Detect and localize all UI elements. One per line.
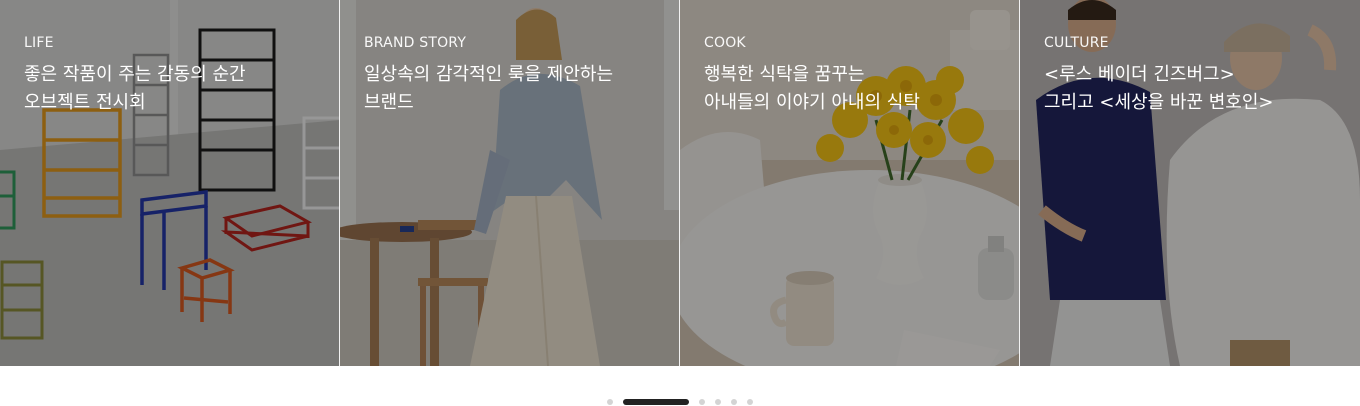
card-category: LIFE [24, 35, 54, 51]
carousel-track: LIFE 좋은 작품이 주는 감동의 순간 오브젝트 전시회 BRAND STO… [0, 0, 1360, 366]
card-cook[interactable]: COOK 행복한 식탁을 꿈꾸는 아내들의 이야기 아내의 식탁 [680, 0, 1020, 366]
card-title-line-1: <루스 베이더 긴즈버그> [1044, 64, 1235, 85]
pagination-dot[interactable] [607, 399, 613, 405]
card-text: CULTURE <루스 베이더 긴즈버그> 그리고 <세상을 바꾼 변호인> [1044, 34, 1344, 117]
pagination-dot-active[interactable] [623, 399, 689, 405]
card-title-line-2: 오브젝트 전시회 [24, 92, 146, 113]
card-category: COOK [704, 35, 746, 51]
card-brand-story[interactable]: BRAND STORY 일상속의 감각적인 룩을 제안하는 브랜드 [340, 0, 680, 366]
pagination-dot[interactable] [699, 399, 705, 405]
card-title-line-2: 브랜드 [364, 92, 414, 113]
card-life[interactable]: LIFE 좋은 작품이 주는 감동의 순간 오브젝트 전시회 [0, 0, 340, 366]
pagination-dot[interactable] [747, 399, 753, 405]
pagination-dot[interactable] [715, 399, 721, 405]
card-text: COOK 행복한 식탁을 꿈꾸는 아내들의 이야기 아내의 식탁 [704, 34, 1003, 117]
carousel-pagination [0, 398, 1360, 406]
magazine-carousel: LIFE 좋은 작품이 주는 감동의 순간 오브젝트 전시회 BRAND STO… [0, 0, 1360, 406]
card-title-line-1: 좋은 작품이 주는 감동의 순간 [24, 64, 246, 85]
card-text: BRAND STORY 일상속의 감각적인 룩을 제안하는 브랜드 [364, 34, 663, 117]
card-title-line-1: 일상속의 감각적인 룩을 제안하는 [364, 64, 614, 85]
card-category: CULTURE [1044, 35, 1109, 51]
card-culture[interactable]: CULTURE <루스 베이더 긴즈버그> 그리고 <세상을 바꾼 변호인> [1020, 0, 1360, 366]
card-title-line-2: 그리고 <세상을 바꾼 변호인> [1044, 92, 1274, 113]
card-title-line-2: 아내들의 이야기 아내의 식탁 [704, 92, 920, 113]
card-category: BRAND STORY [364, 35, 467, 51]
pagination-dot[interactable] [731, 399, 737, 405]
card-title-line-1: 행복한 식탁을 꿈꾸는 [704, 64, 865, 85]
card-text: LIFE 좋은 작품이 주는 감동의 순간 오브젝트 전시회 [24, 34, 323, 117]
